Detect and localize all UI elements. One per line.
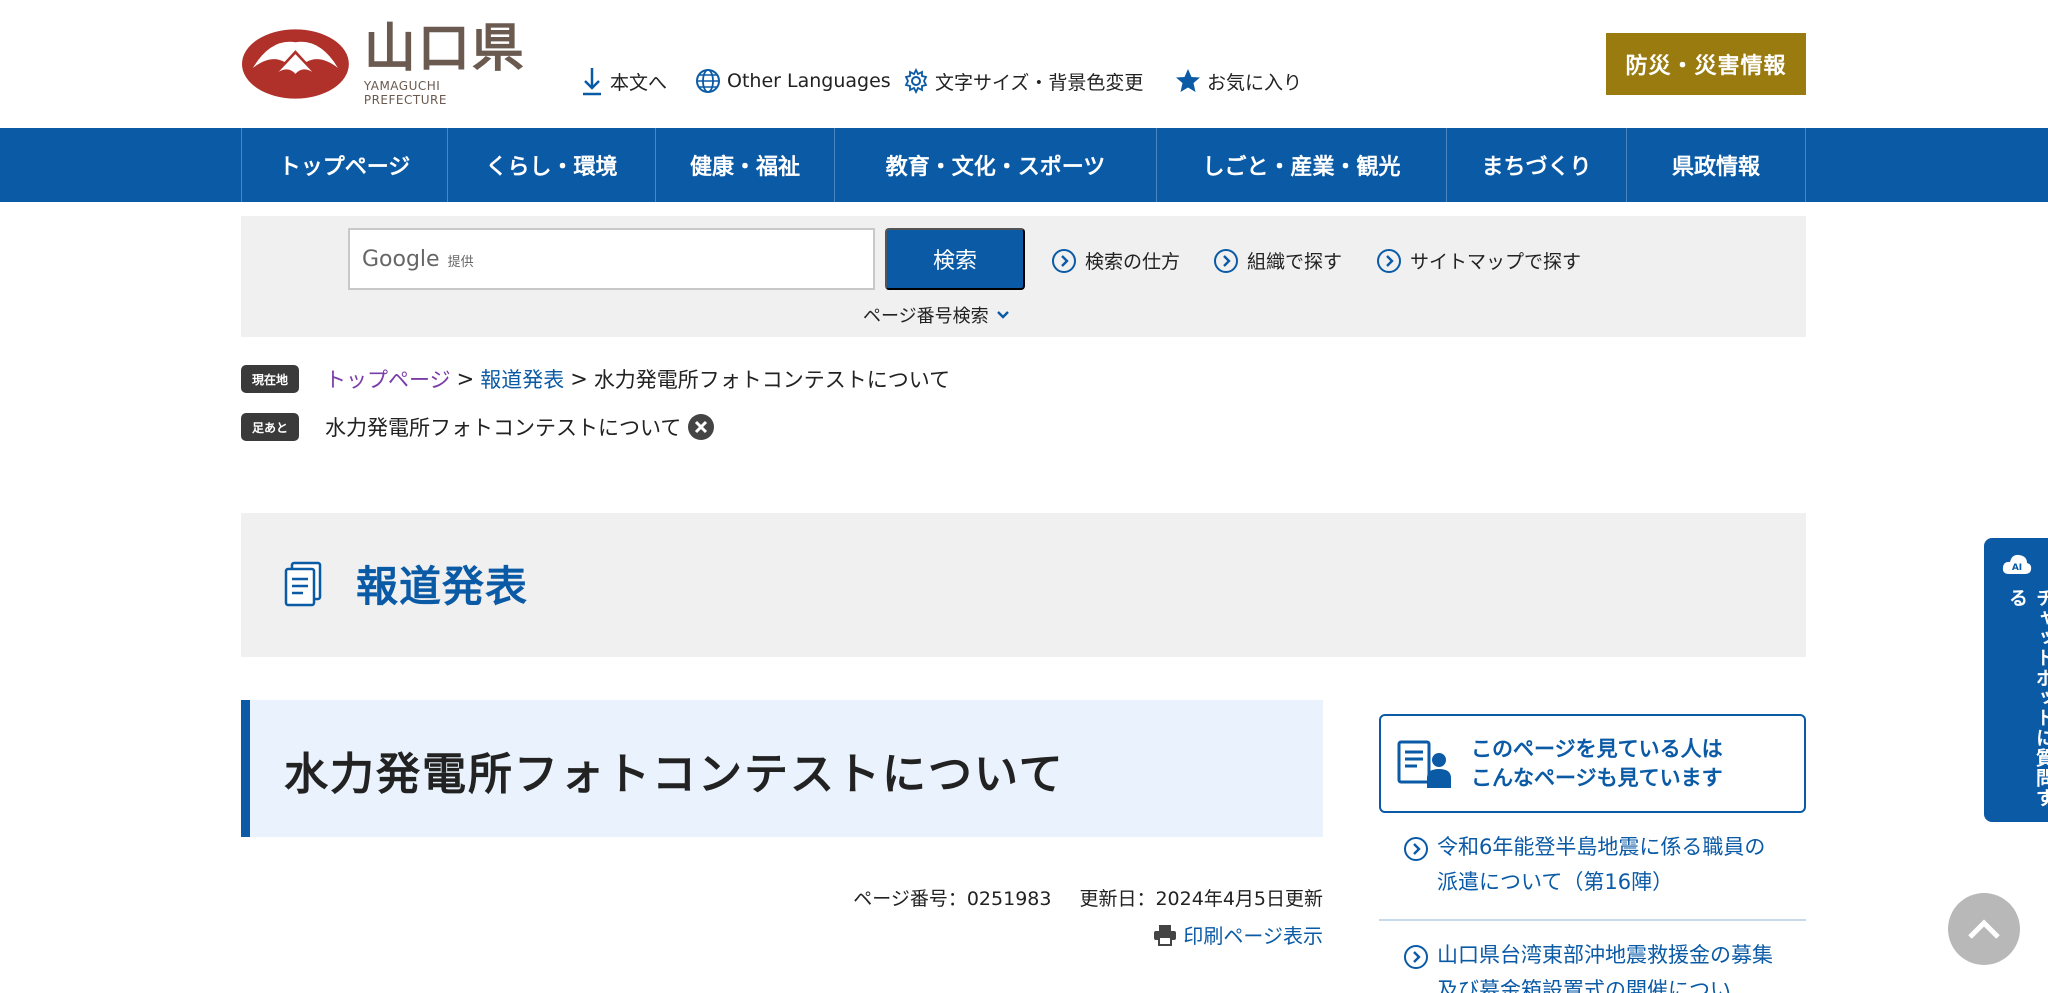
breadcrumb-press-link[interactable]: 報道発表 <box>480 364 564 394</box>
category-banner: 報道発表 <box>241 513 1806 657</box>
site-header: 山口県 YAMAGUCHI PREFECTURE 本文へ Other Langu… <box>0 0 2048 128</box>
search-input[interactable]: Google 提供 <box>348 228 875 290</box>
history-tag: 足あと <box>241 413 299 441</box>
print-label: 印刷ページ表示 <box>1183 924 1323 948</box>
favorites-label: お気に入り <box>1207 71 1303 94</box>
document-icon <box>284 561 322 607</box>
search-by-org-label: 組織で探す <box>1247 251 1343 273</box>
favorites-link[interactable]: お気に入り <box>1175 64 1302 98</box>
search-by-sitemap-link[interactable]: サイトマップで探す <box>1376 247 1581 274</box>
chevron-circle-icon <box>1214 248 1238 273</box>
globe-icon <box>696 69 720 93</box>
other-languages-link[interactable]: Other Languages <box>695 64 891 98</box>
gear-icon <box>904 68 928 94</box>
breadcrumb-separator: > <box>456 367 475 391</box>
chevron-up-icon <box>1968 919 2000 939</box>
history-trail: 足あと 水力発電所フォトコンテストについて <box>241 412 715 442</box>
search-by-org-link[interactable]: 組織で探す <box>1213 247 1342 274</box>
nav-item-education[interactable]: 教育・文化・スポーツ <box>835 128 1157 202</box>
how-to-search-label: 検索の仕方 <box>1085 251 1181 273</box>
related-link-label: 山口県台湾東部沖地震救援金の募集及び募金箱設置式の開催につい <box>1437 943 1773 993</box>
related-link[interactable]: 山口県台湾東部沖地震救援金の募集及び募金箱設置式の開催につい <box>1379 938 1806 993</box>
nav-item-health[interactable]: 健康・福祉 <box>656 128 835 202</box>
svg-text:AI: AI <box>2012 563 2022 573</box>
related-pages-header: このページを見ている人は こんなページも見ています <box>1379 714 1806 813</box>
google-provided-label: 提供 <box>447 254 474 270</box>
search-button[interactable]: 検索 <box>885 228 1025 290</box>
breadcrumb-top-link[interactable]: トップページ <box>325 364 451 394</box>
printer-icon <box>1154 924 1177 946</box>
nav-item-top[interactable]: トップページ <box>242 128 448 202</box>
chatbot-tab[interactable]: AI チャットボットに質問する <box>1984 538 2048 822</box>
related-divider <box>1379 919 1806 921</box>
chevron-circle-icon <box>1404 837 1428 861</box>
ai-cloud-icon: AI <box>2002 554 2032 574</box>
print-link[interactable]: 印刷ページ表示 <box>1153 920 1323 949</box>
page-number-search-label: ページ番号検索 <box>863 306 989 327</box>
chevron-circle-icon <box>1377 248 1401 273</box>
page-heading: 水力発電所フォトコンテストについて <box>241 700 1323 837</box>
disaster-info-button[interactable]: 防災・災害情報 <box>1606 33 1806 95</box>
site-logo[interactable]: 山口県 YAMAGUCHI PREFECTURE <box>241 21 526 107</box>
breadcrumb: 現在地 トップページ > 報道発表 > 水力発電所フォトコンテストについて <box>241 364 950 394</box>
close-icon[interactable] <box>687 413 715 441</box>
back-to-top-button[interactable] <box>1948 893 2020 965</box>
skip-to-content-label: 本文へ <box>610 71 668 94</box>
chevron-circle-icon <box>1052 248 1076 273</box>
breadcrumb-separator: > <box>570 367 588 391</box>
skip-to-content-link[interactable]: 本文へ <box>580 64 667 98</box>
updated-date: 更新日：2024年4月5日更新 <box>1079 888 1323 910</box>
page-number-search-toggle[interactable]: ページ番号検索 <box>863 302 1011 328</box>
other-languages-label: Other Languages <box>727 70 891 92</box>
chevron-circle-icon <box>1404 945 1428 969</box>
logo-text-en: YAMAGUCHI PREFECTURE <box>363 79 447 107</box>
related-link-label: 令和6年能登半島地震に係る職員の派遣について（第16陣） <box>1437 835 1766 894</box>
chatbot-label: チャットボットに質問する <box>2006 588 2048 808</box>
search-by-sitemap-label: サイトマップで探す <box>1410 251 1582 273</box>
category-title: 報道発表 <box>356 562 529 611</box>
current-location-tag: 現在地 <box>241 365 299 393</box>
page-number: ページ番号：0251983 <box>853 888 1052 910</box>
yamaguchi-emblem-icon <box>241 29 349 99</box>
how-to-search-link[interactable]: 検索の仕方 <box>1051 247 1180 274</box>
logo-text-jp: 山口県 <box>363 18 526 79</box>
nav-item-government[interactable]: 県政情報 <box>1627 128 1806 202</box>
breadcrumb-current: 水力発電所フォトコンテストについて <box>593 368 951 392</box>
nav-item-town[interactable]: まちづくり <box>1447 128 1627 202</box>
text-size-label: 文字サイズ・背景色変更 <box>935 71 1144 94</box>
related-title-line2: こんなページも見ています <box>1471 765 1723 790</box>
nav-item-living[interactable]: くらし・環境 <box>448 128 656 202</box>
related-title-line1: このページを見ている人は <box>1471 736 1723 761</box>
download-arrow-icon <box>583 68 601 96</box>
text-size-link[interactable]: 文字サイズ・背景色変更 <box>903 64 1143 98</box>
chevron-down-icon <box>996 311 1009 319</box>
star-icon <box>1176 69 1200 92</box>
google-label: Google <box>362 246 440 272</box>
reader-icon <box>1397 740 1451 788</box>
page-title: 水力発電所フォトコンテストについて <box>284 749 1065 800</box>
history-item[interactable]: 水力発電所フォトコンテストについて <box>325 412 681 442</box>
page-meta: ページ番号：0251983 更新日：2024年4月5日更新 <box>853 884 1323 911</box>
global-nav: トップページ くらし・環境 健康・福祉 教育・文化・スポーツ しごと・産業・観光… <box>0 128 2048 202</box>
nav-item-work[interactable]: しごと・産業・観光 <box>1157 128 1447 202</box>
related-link[interactable]: 令和6年能登半島地震に係る職員の派遣について（第16陣） <box>1379 830 1806 900</box>
search-band: Google 提供 検索 検索の仕方 組織で探す サイトマップで探す ページ番号… <box>241 216 1806 337</box>
